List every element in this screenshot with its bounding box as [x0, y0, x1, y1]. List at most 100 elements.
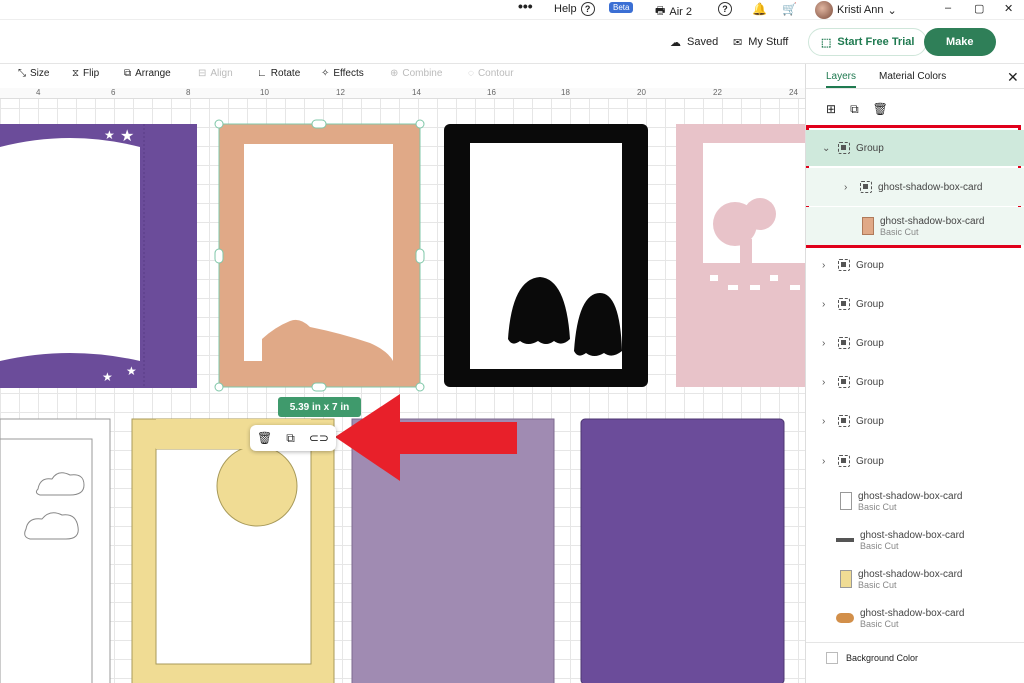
maximize-icon[interactable]: ▢: [974, 2, 984, 15]
delete-layer-icon[interactable]: 🗑: [873, 102, 888, 117]
peach-ghost-card[interactable]: [214, 119, 425, 392]
chevron-right-icon[interactable]: ›: [822, 377, 832, 388]
layer-thumbnail: [862, 217, 874, 235]
layer-cut[interactable]: ghost-shadow-box-card Basic Cut: [806, 486, 1024, 516]
beta-badge: Beta: [609, 2, 634, 13]
layer-thumbnail: [840, 570, 852, 588]
layer-group[interactable]: › Group: [806, 450, 1024, 472]
group-layer-icon: [838, 415, 850, 427]
group-icon[interactable]: ⊞: [826, 102, 836, 117]
layer-cut[interactable]: ghost-shadow-box-card Basic Cut: [806, 564, 1024, 594]
edit-toolbar: ⤡ Size ⧖ Flip ⧉ Arrange ⊟ Align ∟ Rotate ✧ Eff…: [0, 64, 805, 88]
layer-actions: ⊞ ⧉ 🗑: [826, 102, 888, 117]
design-canvas[interactable]: ★ ★ ★ ★ ★ 5.39 in x 7 in 🗑 ⧉ ⊂⊃: [0, 88, 805, 683]
panel-tabs: Layers Material Colors ✕: [806, 64, 1024, 89]
layer-group[interactable]: › Group: [806, 254, 1024, 276]
pink-castle-card[interactable]: [676, 124, 805, 387]
close-panel-icon[interactable]: ✕: [1007, 69, 1019, 86]
user-menu[interactable]: Kristi Ann ⌄: [815, 1, 897, 19]
group-layer-icon: [838, 455, 850, 467]
layer-group[interactable]: › Group: [806, 293, 1024, 315]
background-color-swatch[interactable]: [826, 651, 838, 664]
flip-icon: ⧖: [72, 68, 80, 79]
chevron-right-icon[interactable]: ›: [822, 338, 832, 349]
trial-icon: ⬚: [821, 36, 832, 49]
chevron-right-icon[interactable]: ›: [822, 299, 832, 310]
top-bar: ••• Help? Beta 🖶 Air 2 ? 🔔 🛒 Kristi Ann ⌄ …: [0, 0, 1024, 20]
svg-text:★: ★: [104, 128, 115, 142]
layer-group[interactable]: › Group: [806, 332, 1024, 354]
machine-selector[interactable]: 🖶 Air 2: [655, 2, 692, 21]
duplicate-layer-icon[interactable]: ⧉: [850, 102, 859, 117]
attach-icon[interactable]: ⊂⊃: [309, 431, 329, 445]
help-menu[interactable]: Help?: [554, 2, 595, 16]
purple-arch-card[interactable]: ★ ★★ ★ ★: [0, 124, 197, 388]
action-bar: ☁ Saved ✉ My Stuff ⬚ Start Free Trial Make: [0, 20, 1024, 64]
tab-layers[interactable]: Layers: [826, 71, 857, 88]
size-tool[interactable]: ⤡ Size: [18, 68, 49, 79]
minimize-icon[interactable]: –: [945, 2, 951, 14]
cart-icon[interactable]: 🛒: [782, 2, 797, 16]
layer-child-group[interactable]: › ghost-shadow-box-card: [806, 168, 1024, 206]
layer-group-expanded[interactable]: ⌄ Group: [806, 130, 1024, 166]
align-tool[interactable]: ⊟ Align: [198, 68, 233, 79]
tab-material-colors[interactable]: Material Colors: [879, 71, 946, 82]
close-window-icon[interactable]: ✕: [1004, 2, 1013, 15]
size-tag: 5.39 in x 7 in: [278, 397, 361, 417]
duplicate-icon[interactable]: ⧉: [286, 431, 295, 446]
combine-icon: ⊕: [390, 68, 399, 79]
chevron-right-icon[interactable]: ›: [822, 416, 832, 427]
layer-thumbnail: [836, 613, 854, 623]
svg-text:★: ★: [120, 128, 134, 145]
group-layer-icon: [838, 337, 850, 349]
black-ghost-card[interactable]: [444, 124, 648, 387]
group-layer-icon: [838, 376, 850, 388]
layer-cut[interactable]: ghost-shadow-box-card Basic Cut: [806, 525, 1024, 555]
rotate-tool[interactable]: ∟ Rotate: [257, 68, 300, 79]
svg-text:★: ★: [116, 148, 127, 162]
layer-cut[interactable]: ghost-shadow-box-card Basic Cut: [806, 603, 1024, 633]
help-icon: ?: [580, 2, 595, 16]
group-layer-icon: [838, 259, 850, 271]
chevron-down-icon[interactable]: ⌄: [822, 143, 832, 154]
more-dots-icon[interactable]: •••: [518, 0, 533, 14]
effects-tool[interactable]: ✧ Effects: [321, 68, 364, 79]
svg-text:★: ★: [102, 370, 113, 384]
chevron-down-icon: ⌄: [887, 4, 897, 17]
avatar: [815, 1, 833, 19]
flip-tool[interactable]: ⧖ Flip: [72, 68, 99, 79]
chevron-right-icon[interactable]: ›: [844, 182, 854, 193]
cloud-icon: ☁: [670, 36, 681, 49]
layer-thumbnail: [836, 538, 854, 542]
canvas-artwork: ★ ★★ ★ ★: [0, 119, 805, 683]
group-layer-icon: [838, 142, 850, 154]
chevron-right-icon[interactable]: ›: [822, 456, 832, 467]
white-cloud-card[interactable]: [0, 418, 111, 683]
background-color-row[interactable]: Background Color: [806, 642, 1024, 672]
effects-icon: ✧: [321, 68, 330, 79]
my-stuff-button[interactable]: ✉ My Stuff: [733, 28, 788, 56]
start-free-trial-button[interactable]: ⬚ Start Free Trial: [808, 28, 928, 56]
support-icon[interactable]: ?: [718, 2, 732, 16]
contour-tool[interactable]: ◌ Contour: [468, 68, 514, 79]
size-icon: ⤡: [18, 68, 26, 79]
layer-child-cut[interactable]: ghost-shadow-box-card Basic Cut: [806, 207, 1024, 245]
saved-button[interactable]: ☁ Saved: [670, 28, 718, 56]
align-icon: ⊟: [198, 68, 207, 79]
layer-group[interactable]: › Group: [806, 410, 1024, 432]
layer-group[interactable]: › Group: [806, 371, 1024, 393]
arrange-tool[interactable]: ⧉ Arrange: [124, 68, 171, 79]
chevron-right-icon[interactable]: ›: [822, 260, 832, 271]
contour-icon: ◌: [468, 68, 474, 79]
machine-icon: 🖶: [655, 5, 666, 17]
layers-panel: Layers Material Colors ✕ ⊞ ⧉ 🗑 ⌄ Group ›…: [805, 64, 1024, 683]
purple-card[interactable]: [580, 418, 785, 683]
trash-icon[interactable]: 🗑: [257, 431, 272, 445]
quick-actions: 🗑 ⧉ ⊂⊃: [250, 425, 336, 451]
combine-tool[interactable]: ⊕ Combine: [390, 68, 442, 79]
make-button[interactable]: Make: [924, 28, 996, 56]
bell-icon[interactable]: 🔔: [752, 2, 767, 16]
yellow-moon-card[interactable]: [131, 418, 335, 683]
group-layer-icon: [860, 181, 872, 193]
layer-thumbnail: [840, 492, 852, 510]
